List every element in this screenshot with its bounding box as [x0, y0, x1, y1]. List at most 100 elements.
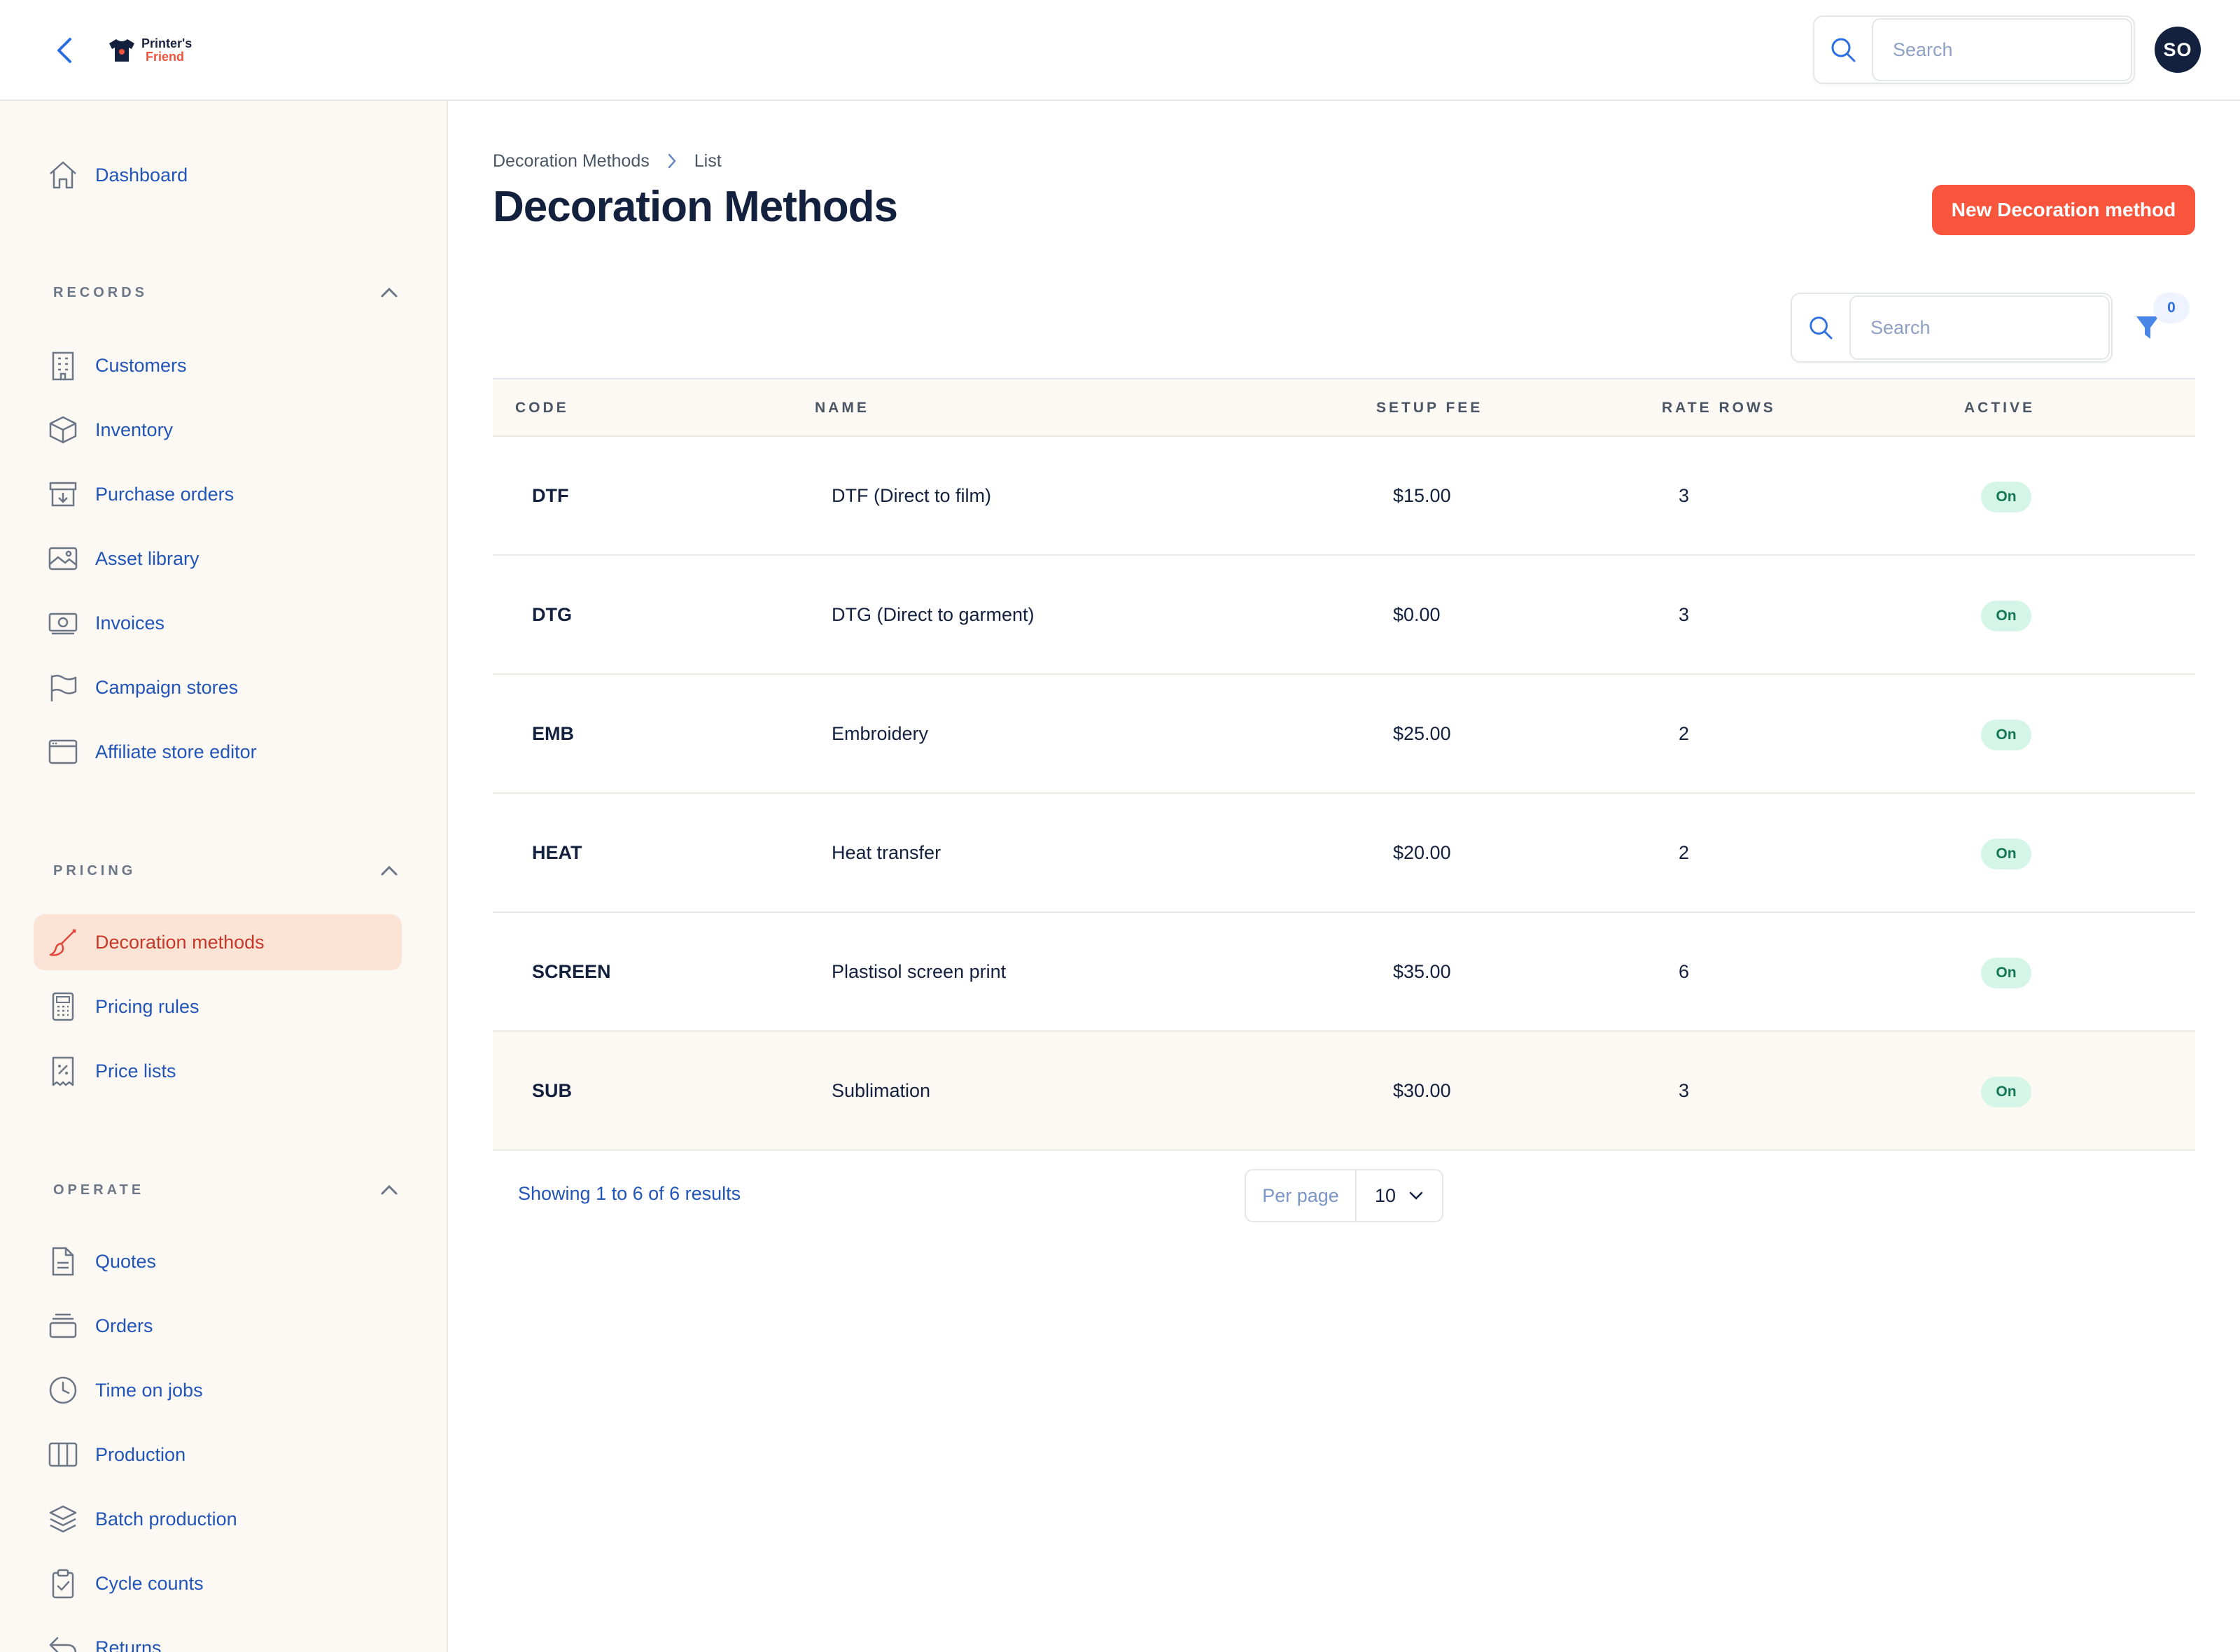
- sidebar-item-orders[interactable]: Orders: [34, 1298, 402, 1354]
- paintbrush-icon: [45, 924, 81, 960]
- search-icon: [1831, 38, 1856, 62]
- sidebar-item-campaign-stores[interactable]: Campaign stores: [34, 659, 402, 715]
- breadcrumb-link[interactable]: Decoration Methods: [493, 151, 650, 172]
- table-row[interactable]: HEAT Heat transfer $20.00 2 On: [493, 794, 2195, 913]
- app-logo[interactable]: Printer's Friend: [108, 35, 192, 66]
- sidebar-item-production[interactable]: Production: [34, 1427, 402, 1483]
- column-header-code[interactable]: CODE: [515, 379, 569, 437]
- cell-name: DTG (Direct to garment): [832, 603, 1035, 625]
- search-icon: [1809, 316, 1833, 340]
- sidebar-item-label: Affiliate store editor: [95, 741, 257, 762]
- chevron-right-icon: [668, 153, 676, 169]
- sidebar-item-label: Price lists: [95, 1060, 176, 1082]
- back-button[interactable]: [50, 34, 78, 67]
- cell-setup-fee: $0.00: [1393, 603, 1441, 625]
- sidebar-item-label: Cycle counts: [95, 1572, 204, 1594]
- table-header: CODE NAME SETUP FEE RATE ROWS ACTIVE: [493, 378, 2195, 437]
- sidebar-item-asset-library[interactable]: Asset library: [34, 531, 402, 587]
- layers-icon: [45, 1501, 81, 1537]
- sidebar-item-label: Purchase orders: [95, 483, 234, 505]
- pagination-results-text: Showing 1 to 6 of 6 results: [518, 1183, 741, 1204]
- sidebar-item-label: Decoration methods: [95, 931, 265, 953]
- table-row[interactable]: DTF DTF (Direct to film) $15.00 3 On: [493, 437, 2195, 556]
- cell-rate-rows: 6: [1679, 960, 1690, 982]
- cell-code: SUB: [532, 1079, 573, 1101]
- home-icon: [45, 157, 81, 193]
- clipboard-check-icon: [45, 1565, 81, 1602]
- sidebar-item-invoices[interactable]: Invoices: [34, 595, 402, 651]
- clock-icon: [45, 1372, 81, 1408]
- cell-name: Embroidery: [832, 722, 929, 744]
- status-badge: On: [1981, 482, 2031, 512]
- cell-rate-rows: 3: [1679, 484, 1690, 506]
- global-search-input[interactable]: [1872, 18, 2132, 81]
- section-header-operate[interactable]: OPERATE: [53, 1176, 403, 1204]
- status-badge: On: [1981, 839, 2031, 869]
- sidebar-item-decoration-methods[interactable]: Decoration methods: [34, 914, 402, 970]
- cell-setup-fee: $35.00: [1393, 960, 1451, 982]
- archive-download-icon: [45, 476, 81, 512]
- column-header-name[interactable]: NAME: [815, 379, 869, 437]
- per-page-control: Per page 10: [1245, 1169, 1443, 1222]
- return-arrow-icon: [45, 1630, 81, 1652]
- browser-window-icon: [45, 734, 81, 770]
- cell-code: HEAT: [532, 841, 582, 863]
- cell-rate-rows: 2: [1679, 841, 1690, 863]
- new-decoration-method-button[interactable]: New Decoration method: [1932, 185, 2195, 235]
- sidebar-item-price-lists[interactable]: Price lists: [34, 1043, 402, 1099]
- chevron-up-icon: [375, 857, 403, 885]
- sidebar-item-returns[interactable]: Returns: [34, 1620, 402, 1652]
- column-header-active[interactable]: ACTIVE: [1964, 379, 2035, 437]
- user-avatar[interactable]: SO: [2155, 27, 2201, 73]
- calculator-icon: [45, 988, 81, 1025]
- sidebar-item-purchase-orders[interactable]: Purchase orders: [34, 466, 402, 522]
- global-search-icon-wrap: [1814, 17, 1872, 83]
- sidebar-item-label: Orders: [95, 1315, 153, 1336]
- column-header-rate-rows[interactable]: RATE ROWS: [1662, 379, 1776, 437]
- page-title: Decoration Methods: [493, 183, 898, 231]
- sidebar-item-batch-production[interactable]: Batch production: [34, 1491, 402, 1547]
- banknote-icon: [45, 605, 81, 641]
- global-search: [1813, 15, 2135, 84]
- sidebar-item-time-on-jobs[interactable]: Time on jobs: [34, 1362, 402, 1418]
- sidebar-item-inventory[interactable]: Inventory: [34, 402, 402, 458]
- cell-setup-fee: $20.00: [1393, 841, 1451, 863]
- sidebar-item-label: Batch production: [95, 1508, 237, 1530]
- sidebar-item-pricing-rules[interactable]: Pricing rules: [34, 979, 402, 1035]
- table-row[interactable]: SUB Sublimation $30.00 3 On: [493, 1032, 2195, 1151]
- columns-icon: [45, 1436, 81, 1473]
- sidebar-item-label: Production: [95, 1443, 186, 1465]
- column-header-setup-fee[interactable]: SETUP FEE: [1376, 379, 1483, 437]
- section-label: OPERATE: [53, 1182, 145, 1198]
- tshirt-logo-icon: [109, 39, 134, 62]
- document-icon: [45, 1243, 81, 1280]
- section-header-pricing[interactable]: PRICING: [53, 857, 403, 885]
- per-page-value: 10: [1375, 1184, 1396, 1206]
- chevron-left-icon: [57, 38, 71, 63]
- sidebar-item-cycle-counts[interactable]: Cycle counts: [34, 1555, 402, 1611]
- sidebar-item-quotes[interactable]: Quotes: [34, 1233, 402, 1289]
- status-badge: On: [1981, 720, 2031, 750]
- table-search-input[interactable]: [1849, 295, 2110, 360]
- table-row[interactable]: EMB Embroidery $25.00 2 On: [493, 675, 2195, 794]
- cube-icon: [45, 412, 81, 448]
- sidebar-item-affiliate-store-editor[interactable]: Affiliate store editor: [34, 724, 402, 780]
- cell-code: DTG: [532, 603, 572, 625]
- sidebar-item-label: Customers: [95, 354, 187, 376]
- sidebar-item-label: Invoices: [95, 612, 165, 634]
- top-bar: Printer's Friend SO: [0, 0, 2240, 101]
- sidebar-item-label: Returns: [95, 1637, 162, 1652]
- sidebar-item-customers[interactable]: Customers: [34, 337, 402, 393]
- logo-line-2: Friend: [146, 50, 185, 64]
- sidebar-item-label: Inventory: [95, 419, 174, 440]
- table-row[interactable]: DTG DTG (Direct to garment) $0.00 3 On: [493, 556, 2195, 675]
- status-badge: On: [1981, 601, 2031, 631]
- cell-name: DTF (Direct to film): [832, 484, 991, 506]
- sidebar-item-label: Quotes: [95, 1250, 157, 1272]
- sidebar-item-dashboard[interactable]: Dashboard: [34, 147, 402, 203]
- per-page-select[interactable]: 10: [1357, 1170, 1442, 1221]
- table-row[interactable]: SCREEN Plastisol screen print $35.00 6 O…: [493, 913, 2195, 1032]
- cell-code: SCREEN: [532, 960, 611, 982]
- cell-rate-rows: 3: [1679, 1079, 1690, 1101]
- section-header-records[interactable]: RECORDS: [53, 279, 403, 307]
